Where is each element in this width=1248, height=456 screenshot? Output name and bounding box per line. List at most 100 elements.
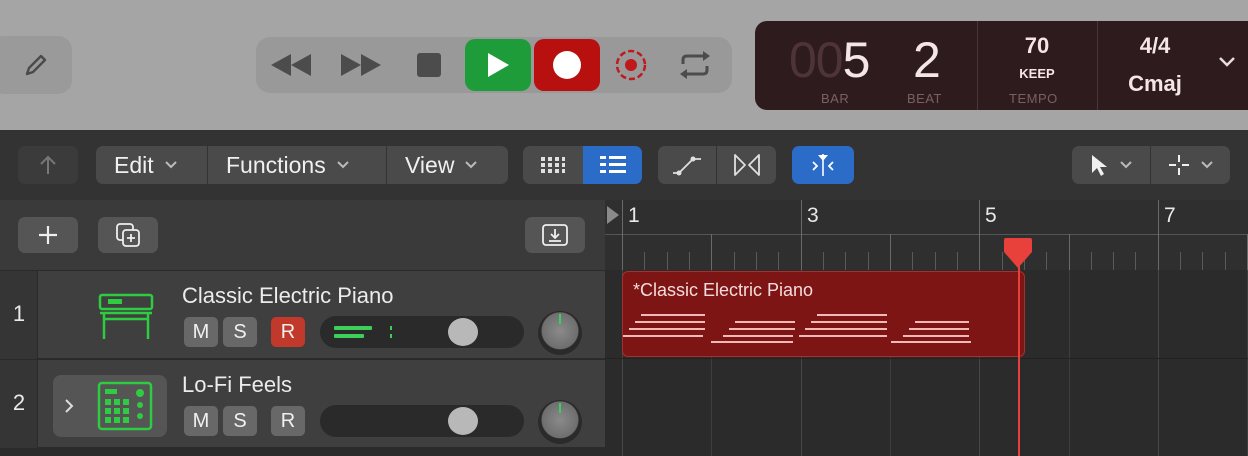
midi-notes — [623, 314, 971, 343]
ruler-beat-tick — [934, 252, 936, 270]
track-row[interactable]: 1 Classic Electric Piano M S R — [0, 270, 605, 359]
ruler-beat-tick — [778, 252, 780, 270]
menu-group: Edit Functions View — [96, 146, 508, 184]
tempo-mode: KEEP — [1019, 66, 1055, 81]
ruler-beat-tick — [867, 252, 869, 270]
duplicate-track-button[interactable] — [98, 217, 158, 253]
mute-button[interactable]: M — [184, 317, 218, 347]
chevron-down-icon — [1219, 57, 1235, 67]
volume-knob[interactable] — [448, 318, 478, 346]
ruler-bar-line — [800, 200, 802, 270]
track-number: 2 — [12, 390, 26, 415]
pan-knob[interactable] — [538, 400, 582, 444]
ruler-beat-tick — [644, 252, 646, 270]
play-button[interactable] — [465, 39, 531, 91]
crosshair-icon — [1168, 155, 1189, 175]
solo-button[interactable]: S — [223, 317, 257, 347]
chevron-down-icon — [465, 161, 478, 169]
cycle-icon — [680, 51, 710, 79]
automation-group — [658, 146, 776, 184]
duplicate-icon — [116, 223, 140, 247]
play-icon — [488, 53, 509, 77]
functions-menu[interactable]: Functions — [226, 146, 350, 184]
ruler-beat-tick — [1113, 252, 1115, 270]
flex-time-button[interactable] — [717, 146, 776, 184]
track-stack-button[interactable] — [53, 375, 167, 437]
ruler-beat-tick — [845, 252, 847, 270]
view-menu[interactable]: View — [405, 146, 478, 184]
rewind-icon — [271, 54, 311, 76]
record-button[interactable] — [534, 39, 600, 91]
editors-button[interactable] — [0, 36, 72, 94]
tray-download-icon — [542, 224, 568, 246]
auto-punch-button[interactable] — [608, 37, 654, 93]
ruler-divider — [605, 234, 1248, 235]
secondary-tool-menu[interactable] — [1151, 146, 1230, 184]
ruler-bar-line — [979, 200, 981, 270]
track-row[interactable]: 2 Lo-Fi Feels M S R — [0, 359, 605, 448]
track-number-column: 2 — [0, 360, 38, 448]
lcd-menu-button[interactable] — [1217, 55, 1237, 74]
pan-knob[interactable] — [538, 311, 582, 355]
lane-divider — [605, 358, 1248, 359]
bar-ruler[interactable]: 1 3 5 7 — [605, 200, 1248, 270]
record-enable-button[interactable]: R — [271, 406, 305, 436]
chevron-down-icon — [1200, 161, 1213, 169]
automation-curve-icon — [673, 156, 701, 176]
cycle-button[interactable] — [670, 37, 720, 93]
mute-button[interactable]: M — [184, 406, 218, 436]
volume-slider[interactable] — [320, 316, 524, 348]
record-icon — [553, 51, 581, 79]
track-name[interactable]: Lo-Fi Feels — [182, 372, 292, 398]
ruler-bar-line — [622, 200, 623, 270]
volume-knob[interactable] — [448, 407, 478, 435]
go-up-button[interactable] — [18, 146, 78, 184]
bar-value: 005 — [789, 32, 870, 88]
view-menu-label: View — [405, 151, 455, 178]
rewind-button[interactable] — [266, 37, 316, 93]
plus-icon — [39, 226, 57, 244]
snap-toggle — [792, 146, 854, 184]
electric-piano-icon — [98, 293, 154, 339]
ruler-beat-tick — [1180, 252, 1182, 270]
fast-forward-button[interactable] — [336, 37, 386, 93]
volume-slider[interactable] — [320, 405, 524, 437]
ruler-bar-line — [1068, 234, 1070, 270]
grid-view-button[interactable] — [523, 146, 583, 184]
catch-playhead-button[interactable] — [525, 217, 585, 253]
ruler-beat-tick — [1224, 252, 1226, 270]
stop-button[interactable] — [406, 37, 452, 93]
edit-menu[interactable]: Edit — [114, 146, 178, 184]
solo-button[interactable]: S — [223, 406, 257, 436]
pan-indicator — [559, 314, 561, 324]
menu-divider — [207, 146, 208, 184]
ruler-beat-tick — [733, 252, 735, 270]
flex-icon — [733, 154, 760, 176]
ruler-start-marker — [607, 206, 619, 224]
snap-button[interactable] — [792, 146, 854, 184]
tracks-view-button[interactable] — [583, 146, 642, 184]
punch-record-icon — [615, 49, 647, 81]
bar-number: 1 — [628, 204, 640, 227]
pan-indicator — [559, 403, 561, 413]
beat-value: 2 — [913, 32, 941, 88]
bar-grid-line — [1157, 270, 1159, 456]
midi-region[interactable]: *Classic Electric Piano — [622, 271, 1025, 357]
bar-number: 7 — [1164, 204, 1176, 227]
add-track-button[interactable] — [18, 217, 78, 253]
lcd-display[interactable]: 005 2 BAR BEAT 70 KEEP TEMPO 4/4 Cmaj — [755, 21, 1248, 110]
automation-button[interactable] — [658, 146, 716, 184]
track-name[interactable]: Classic Electric Piano — [182, 283, 394, 309]
menu-divider — [386, 146, 387, 184]
record-enable-button[interactable]: R — [271, 317, 305, 347]
tracks-list-icon — [599, 156, 626, 173]
pointer-tool-menu[interactable] — [1072, 146, 1150, 184]
ruler-bar-line — [711, 234, 713, 270]
tracks-toolbar: Edit Functions View — [0, 130, 1248, 200]
ruler-bar-line — [889, 234, 891, 270]
bar-number: 5 — [985, 204, 997, 227]
arrow-up-icon — [40, 155, 56, 174]
snap-icon — [812, 154, 834, 176]
ruler-bar-line — [1157, 200, 1159, 270]
playhead[interactable] — [1018, 262, 1020, 456]
